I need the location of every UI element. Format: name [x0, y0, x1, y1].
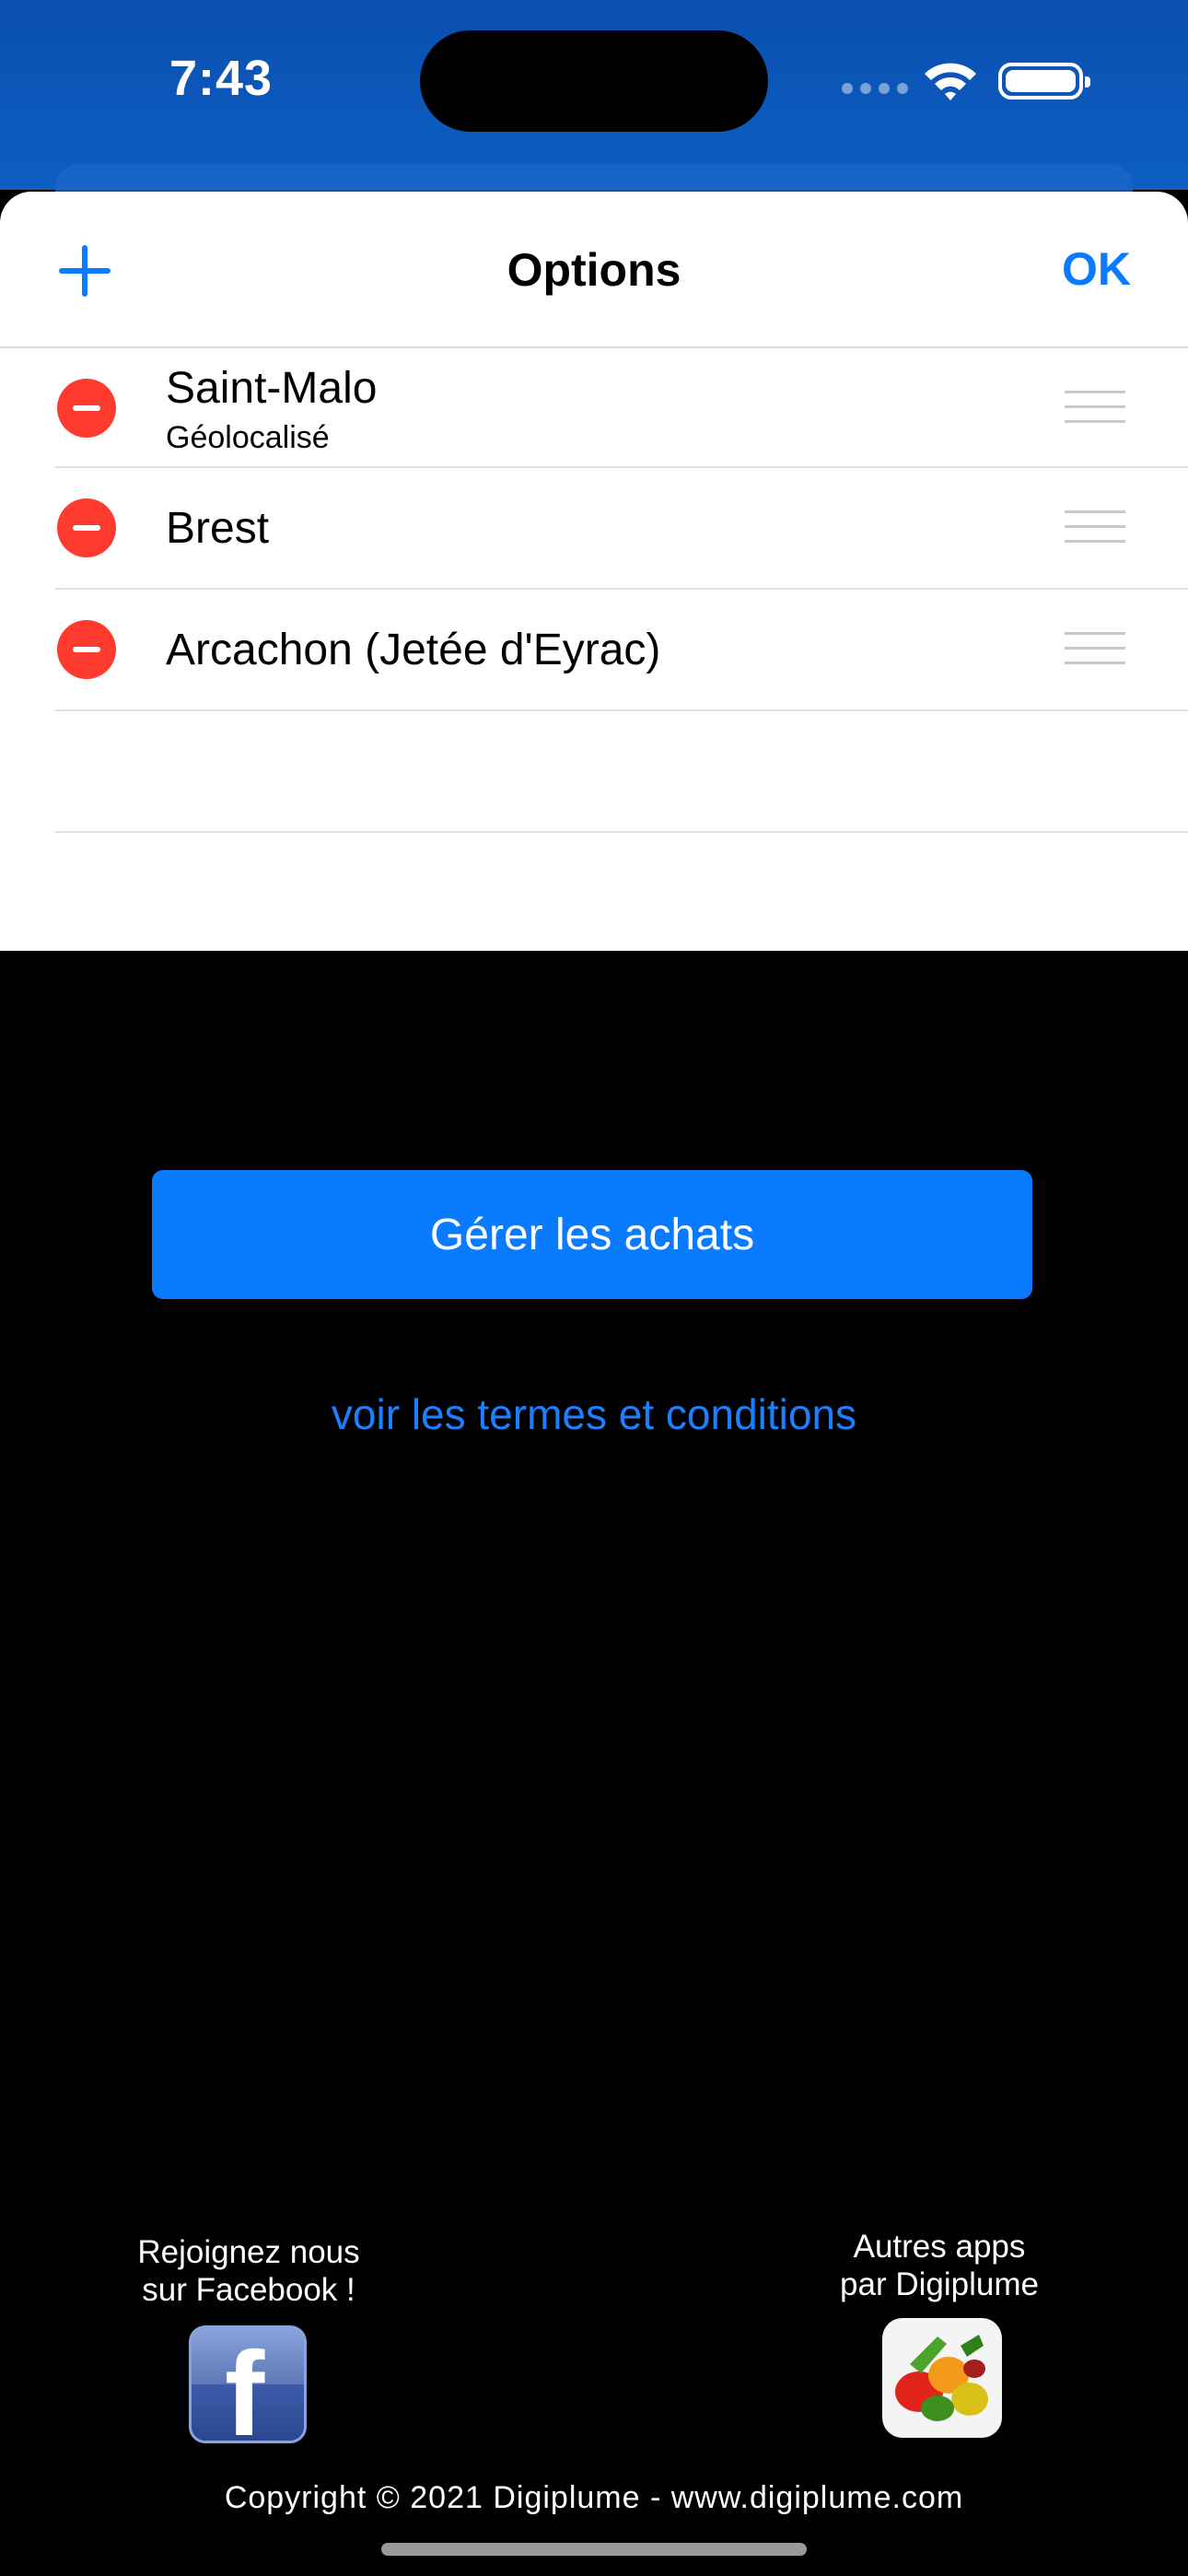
manage-purchases-button[interactable]: Gérer les achats — [152, 1170, 1032, 1299]
home-indicator[interactable] — [381, 2543, 807, 2556]
nav-bar: Options OK — [0, 192, 1188, 348]
other-apps-label-line2: par Digiplume — [840, 2266, 1039, 2302]
status-time: 7:43 — [169, 51, 274, 106]
reorder-handle-icon[interactable] — [1065, 632, 1125, 665]
location-row-brest[interactable]: Brest — [55, 468, 1188, 590]
delete-icon[interactable] — [57, 379, 116, 438]
delete-icon[interactable] — [57, 498, 116, 557]
facebook-icon[interactable]: f — [189, 2325, 307, 2443]
battery-icon — [998, 63, 1090, 100]
empty-row — [55, 711, 1188, 833]
reorder-handle-icon[interactable] — [1065, 391, 1125, 424]
delete-icon[interactable] — [57, 620, 116, 679]
facebook-label: Rejoignez nous sur Facebook ! — [111, 2233, 387, 2309]
facebook-label-line2: sur Facebook ! — [142, 2272, 355, 2308]
terms-link[interactable]: voir les termes et conditions — [0, 1389, 1188, 1439]
status-bar: 7:43 — [0, 0, 1188, 190]
reorder-handle-icon[interactable] — [1065, 510, 1125, 544]
location-row-arcachon[interactable]: Arcachon (Jetée d'Eyrac) — [55, 590, 1188, 711]
ok-button[interactable]: OK — [1062, 242, 1131, 296]
copyright-text: Copyright © 2021 Digiplume - www.digiplu… — [224, 2480, 964, 2515]
location-subtitle: Géolocalisé — [166, 420, 330, 455]
wifi-icon — [925, 63, 976, 100]
options-sheet: Options OK Saint-Malo Géolocalisé Brest … — [0, 192, 1188, 951]
location-name: Arcachon (Jetée d'Eyrac) — [166, 626, 661, 674]
cellular-signal-icon — [842, 83, 908, 94]
dynamic-island — [420, 30, 768, 132]
location-row-saint-malo[interactable]: Saint-Malo Géolocalisé — [55, 348, 1188, 468]
facebook-label-line1: Rejoignez nous — [137, 2234, 360, 2270]
location-name: Brest — [166, 504, 270, 553]
digiplume-apps-icon[interactable] — [882, 2318, 1002, 2438]
location-name: Saint-Malo — [166, 364, 378, 413]
other-apps-label-line1: Autres apps — [853, 2229, 1026, 2265]
other-apps-label: Autres apps par Digiplume — [801, 2228, 1077, 2303]
page-title: Options — [507, 244, 681, 296]
